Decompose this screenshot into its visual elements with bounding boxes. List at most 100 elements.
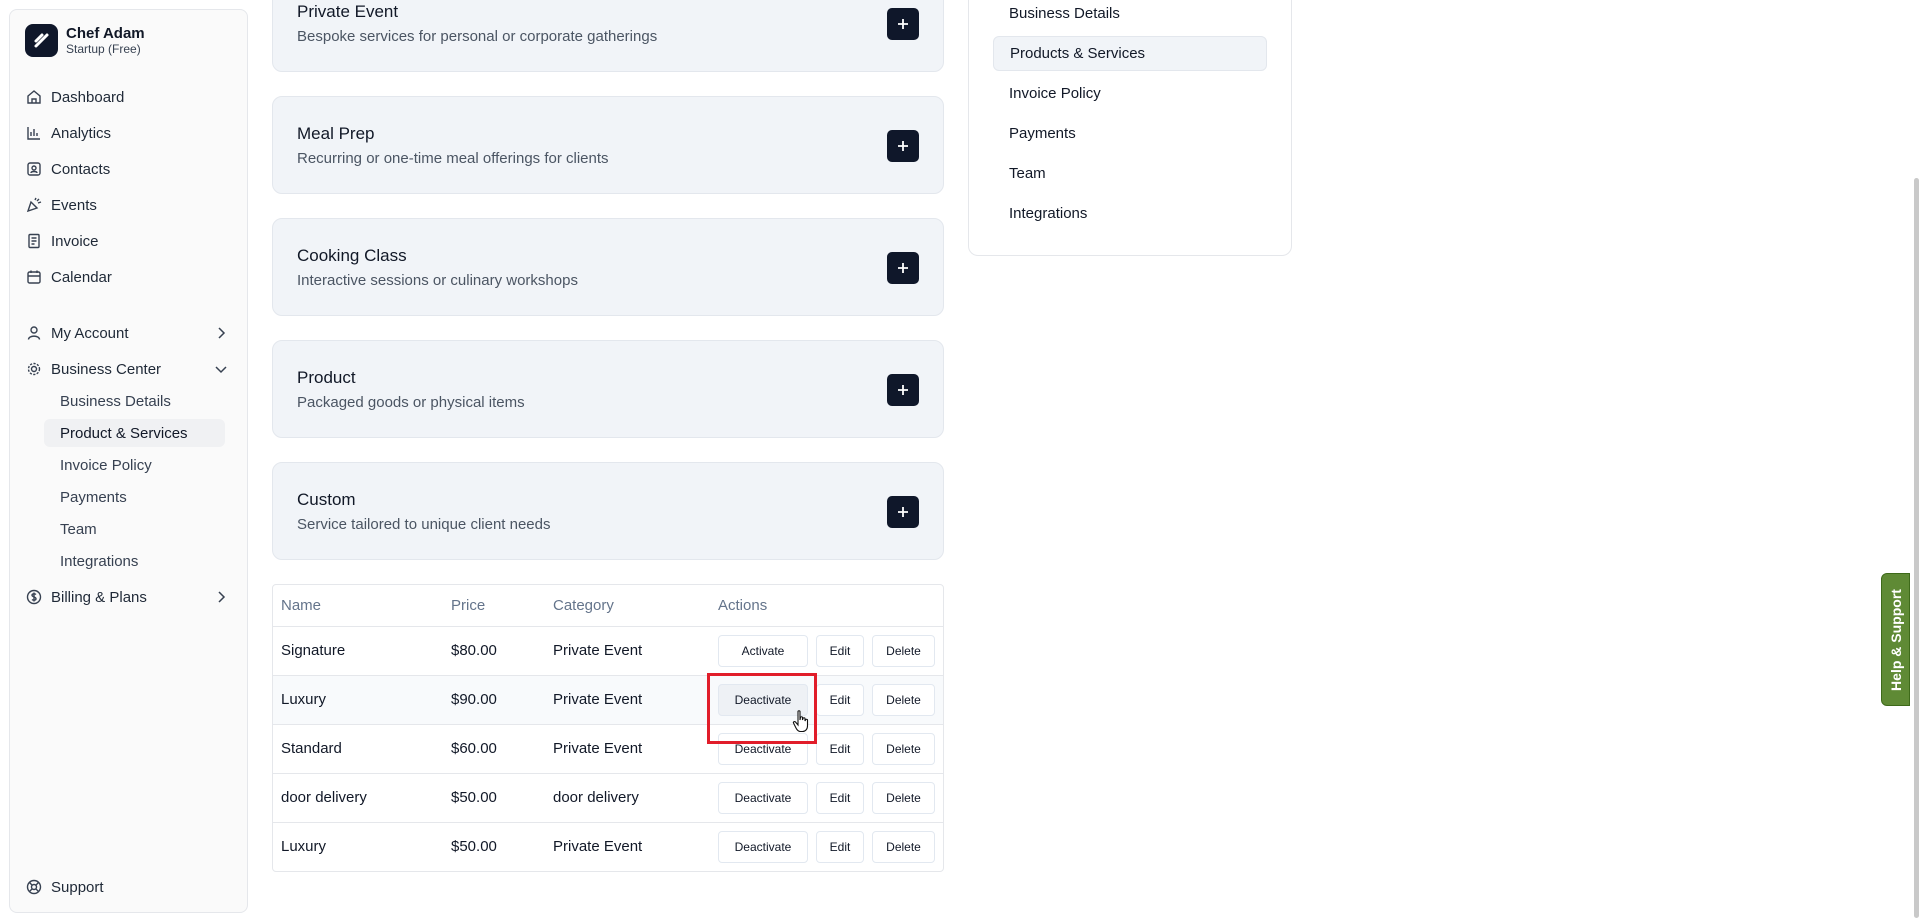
sub-payments[interactable]: Payments (44, 483, 225, 511)
edit-button[interactable]: Edit (816, 684, 864, 716)
help-support-tab[interactable]: Help & Support (1881, 573, 1910, 706)
card-title: Meal Prep (297, 124, 375, 143)
nav-calendar[interactable]: Calendar (25, 262, 241, 292)
plus-icon (898, 263, 908, 273)
deactivate-button[interactable]: Deactivate (718, 831, 808, 863)
brand-plan: Startup (Free) (66, 41, 141, 56)
nav-contacts-label: Contacts (51, 160, 111, 178)
settings-payments[interactable]: Payments (993, 116, 1267, 151)
card-custom: Custom Service tailored to unique client… (272, 462, 944, 560)
brand-logo-icon (25, 24, 58, 57)
sub-product-services[interactable]: Product & Services (44, 419, 225, 447)
nav-business-center[interactable]: Business Center (25, 354, 241, 384)
nav-events[interactable]: Events (25, 190, 241, 220)
gear-icon (25, 360, 43, 378)
deactivate-button[interactable]: Deactivate (718, 782, 808, 814)
settings-products-services[interactable]: Products & Services (993, 36, 1267, 71)
table-row: Standard $60.00 Private Event Deactivate… (273, 724, 943, 773)
nav-calendar-label: Calendar (51, 268, 112, 286)
sidebar: Chef Adam Startup (Free) Dashboard Analy… (9, 9, 248, 913)
nav-dashboard[interactable]: Dashboard (25, 82, 241, 112)
card-desc: Interactive sessions or culinary worksho… (297, 272, 578, 289)
card-private-event: Private Event Bespoke services for perso… (272, 0, 944, 72)
delete-button[interactable]: Delete (872, 782, 935, 814)
card-title: Private Event (297, 2, 399, 21)
scrollbar-thumb[interactable] (1914, 178, 1919, 918)
row-category: door delivery (553, 789, 639, 806)
nav-support[interactable]: Support (25, 872, 241, 902)
nav-support-label: Support (51, 878, 104, 896)
edit-button[interactable]: Edit (816, 635, 864, 667)
card-desc: Packaged goods or physical items (297, 394, 525, 411)
chevron-right-icon (218, 591, 226, 603)
column-header-name: Name (281, 597, 322, 614)
delete-button[interactable]: Delete (872, 635, 935, 667)
row-name: Signature (281, 642, 346, 659)
help-support-label: Help & Support (1887, 588, 1904, 691)
chevron-down-icon (215, 366, 227, 374)
card-meal-prep: Meal Prep Recurring or one-time meal off… (272, 96, 944, 194)
bar-chart-icon (25, 124, 43, 142)
delete-button[interactable]: Delete (872, 733, 935, 765)
edit-button[interactable]: Edit (816, 733, 864, 765)
edit-button[interactable]: Edit (816, 782, 864, 814)
plus-icon (898, 385, 908, 395)
activate-button[interactable]: Activate (718, 635, 808, 667)
settings-integrations[interactable]: Integrations (993, 196, 1267, 231)
plus-icon (898, 19, 908, 29)
scrollbar[interactable] (1912, 0, 1920, 919)
products-table: Name Price Category Actions Signature $8… (272, 584, 944, 872)
plus-icon (898, 141, 908, 151)
settings-nav: Business Details Products & Services Inv… (968, 0, 1292, 256)
nav-my-account[interactable]: My Account (25, 318, 241, 348)
sub-team[interactable]: Team (44, 515, 225, 543)
card-product: Product Packaged goods or physical items (272, 340, 944, 438)
nav-dashboard-label: Dashboard (51, 88, 125, 106)
card-desc: Bespoke services for personal or corpora… (297, 28, 658, 45)
nav-analytics-label: Analytics (51, 124, 112, 142)
row-name: Standard (281, 740, 342, 757)
column-header-price: Price (451, 597, 486, 614)
delete-button[interactable]: Delete (872, 831, 935, 863)
delete-button[interactable]: Delete (872, 684, 935, 716)
row-category: Private Event (553, 838, 643, 855)
card-desc: Recurring or one-time meal offerings for… (297, 150, 609, 167)
nav-analytics[interactable]: Analytics (25, 118, 241, 148)
add-custom-button[interactable] (887, 496, 919, 528)
add-cooking-class-button[interactable] (887, 252, 919, 284)
row-name: door delivery (281, 789, 367, 806)
add-private-event-button[interactable] (887, 8, 919, 40)
brand[interactable]: Chef Adam Startup (Free) (25, 24, 145, 57)
edit-button[interactable]: Edit (816, 831, 864, 863)
sub-business-details[interactable]: Business Details (44, 387, 225, 415)
sub-invoice-policy[interactable]: Invoice Policy (44, 451, 225, 479)
add-product-button[interactable] (887, 374, 919, 406)
row-price: $60.00 (451, 740, 497, 757)
card-title: Cooking Class (297, 246, 407, 265)
nav-billing[interactable]: Billing & Plans (25, 582, 241, 612)
card-cooking-class: Cooking Class Interactive sessions or cu… (272, 218, 944, 316)
table-row: Signature $80.00 Private Event Activate … (273, 626, 943, 675)
column-header-actions: Actions (718, 597, 768, 614)
plus-icon (898, 507, 908, 517)
row-price: $90.00 (451, 691, 497, 708)
chevron-right-icon (218, 327, 226, 339)
settings-invoice-policy[interactable]: Invoice Policy (993, 76, 1267, 111)
table-row: door delivery $50.00 door delivery Deact… (273, 773, 943, 822)
sub-integrations[interactable]: Integrations (44, 547, 225, 575)
card-title: Custom (297, 490, 356, 509)
add-meal-prep-button[interactable] (887, 130, 919, 162)
nav-billing-label: Billing & Plans (51, 588, 147, 606)
row-category: Private Event (553, 691, 643, 708)
row-price: $50.00 (451, 789, 497, 806)
settings-business-details[interactable]: Business Details (993, 0, 1267, 31)
row-name: Luxury (281, 691, 327, 708)
nav-contacts[interactable]: Contacts (25, 154, 241, 184)
settings-team[interactable]: Team (993, 156, 1267, 191)
column-header-category: Category (553, 597, 614, 614)
lifebuoy-icon (25, 878, 43, 896)
row-price: $50.00 (451, 838, 497, 855)
nav-invoice[interactable]: Invoice (25, 226, 241, 256)
brand-name: Chef Adam (66, 24, 145, 42)
row-name: Luxury (281, 838, 327, 855)
